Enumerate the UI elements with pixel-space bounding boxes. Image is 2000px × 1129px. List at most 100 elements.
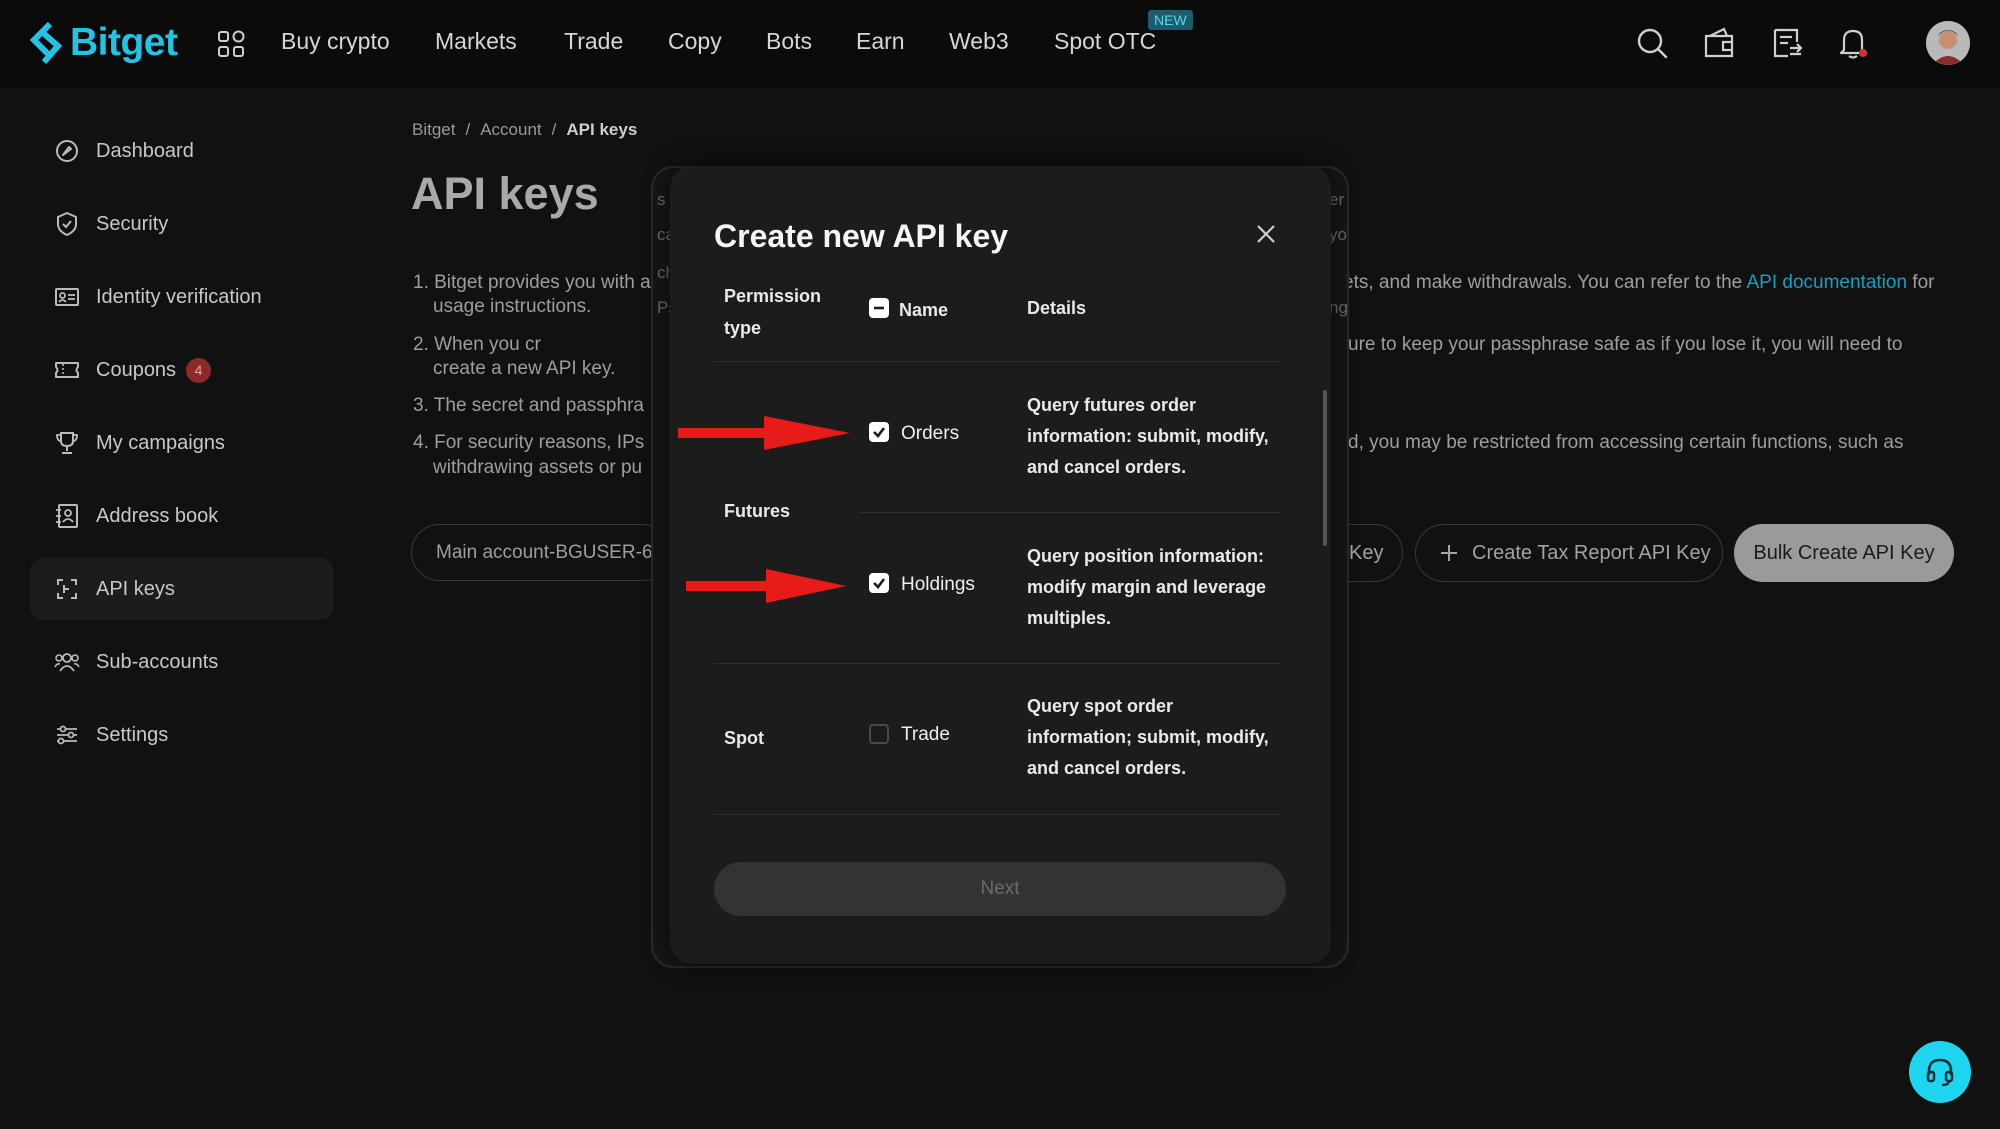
sidebar-item-api-keys[interactable]: API keys [30,558,334,620]
bell-icon[interactable] [1836,26,1870,60]
checkmark-icon [873,427,886,438]
permission-details-holdings: Query position information: modify margi… [1027,546,1267,628]
checkmark-icon [873,578,886,589]
search-icon[interactable] [1635,26,1669,60]
red-arrow-annotation-orders [678,416,850,450]
headset-icon [1926,1058,1954,1087]
nav-spot-otc[interactable]: Spot OTC [1054,28,1156,55]
trade-checkbox[interactable] [869,724,889,744]
sidebar-item-label: Sub-accounts [96,650,219,673]
row-divider [714,663,1280,664]
top-navbar: Bitget Buy crypto Markets Trade Copy Bot… [0,0,2000,88]
note-2-line-2: create a new API key. [433,358,616,379]
note-2-left: 2. When you cr [413,334,541,355]
orders-icon[interactable] [1770,26,1804,60]
breadcrumb: Bitget / Account / API keys [412,120,637,140]
column-permission-type: Permission type [724,286,822,338]
note-2-right: ure to keep your passphrase safe as if y… [1348,334,1903,355]
sidebar-item-label: My campaigns [96,431,225,454]
minus-icon [874,306,884,310]
id-card-icon [55,288,79,306]
sidebar-item-settings[interactable]: Settings [30,704,334,766]
api-documentation-link[interactable]: API documentation [1746,272,1907,293]
row-divider [714,361,1280,362]
create-tax-report-api-key-button[interactable]: Create Tax Report API Key [1415,524,1723,582]
create-api-key-modal: Create new API key Permission type Name … [670,166,1331,964]
sidebar-item-label: Security [96,212,169,235]
note-1-left: 1. Bitget provides you with a [413,272,651,293]
avatar[interactable] [1926,21,1970,65]
contacts-icon [56,504,78,528]
page-title: API keys [411,168,599,219]
nav-copy[interactable]: Copy [668,28,722,55]
sidebar-item-dashboard[interactable]: Dashboard [30,120,334,182]
new-badge: NEW [1148,10,1193,30]
note-1-right-text: ets, and make withdrawals. You can refer… [1343,272,1743,293]
users-icon [54,653,80,672]
permission-label-holdings: Holdings [901,574,975,595]
note-1-after-text: for [1912,272,1935,293]
modal-title: Create new API key [714,218,1009,254]
breadcrumb-item-account[interactable]: Account [480,120,541,139]
permission-details-trade: Query spot order information; submit, mo… [1027,696,1269,778]
bulk-create-api-key-button[interactable]: Bulk Create API Key [1734,524,1954,582]
permission-group-futures: Futures [724,501,791,521]
note-1-right: ets, and make withdrawals. You can refer… [1343,270,1934,295]
sidebar-item-address-book[interactable]: Address book [30,485,334,547]
logo-text: Bitget [70,21,178,64]
account-sidebar: Dashboard Security Identity verification… [30,120,334,777]
sidebar-item-coupons[interactable]: Coupons 4 [30,339,334,401]
api-icon [57,579,77,599]
orders-checkbox[interactable] [869,422,889,442]
shield-icon [57,212,77,236]
nav-buy-crypto[interactable]: Buy crypto [281,28,390,55]
holdings-checkbox[interactable] [869,573,889,593]
select-all-checkbox[interactable] [869,298,889,318]
back-dialog-fragment: ng [1329,298,1348,317]
bitget-logo[interactable]: Bitget [28,18,178,68]
sidebar-item-label: Address book [96,504,219,527]
permission-details-orders: Query futures order information: submit,… [1027,395,1269,477]
red-arrow-annotation-holdings [686,569,846,603]
ticket-icon [55,362,79,378]
sidebar-item-label: Identity verification [96,285,262,308]
note-3-left: 3. The secret and passphra [413,395,644,416]
sidebar-item-sub-accounts[interactable]: Sub-accounts [30,631,334,693]
permission-label-orders: Orders [901,423,960,444]
wallet-icon[interactable] [1702,26,1736,60]
nav-trade[interactable]: Trade [564,28,623,55]
sidebar-item-identity-verification[interactable]: Identity verification [30,266,334,328]
coupon-count-badge: 4 [186,357,212,383]
sidebar-item-security[interactable]: Security [30,193,334,255]
modal-scrollbar[interactable] [1323,390,1327,546]
sidebar-item-label: Settings [96,723,169,746]
back-dialog-fragment: er [1329,190,1345,209]
trophy-icon [56,432,78,454]
nav-markets[interactable]: Markets [435,28,517,55]
sidebar-item-label: API keys [96,577,175,600]
breadcrumb-separator: / [465,120,471,139]
apps-grid-icon[interactable] [216,29,246,59]
breadcrumb-item-bitget[interactable]: Bitget [412,120,455,139]
note-4-right: d, you may be restricted from accessing … [1348,432,1904,453]
row-divider [714,814,1280,815]
nav-web3[interactable]: Web3 [949,28,1009,55]
sidebar-item-my-campaigns[interactable]: My campaigns [30,412,334,474]
breadcrumb-separator: / [551,120,557,139]
create-tax-report-label: Create Tax Report API Key [1472,541,1711,564]
permission-label-trade: Trade [901,724,950,745]
sidebar-item-label: Dashboard [96,139,194,162]
note-4-left: 4. For security reasons, IPs [413,432,645,453]
note-1-line-2: usage instructions. [433,296,592,317]
plus-icon [1441,545,1457,561]
breadcrumb-item-api-keys: API keys [566,120,638,139]
account-select[interactable]: Main account-BGUSER-6 [411,524,671,581]
close-icon[interactable] [1252,220,1280,248]
nav-earn[interactable]: Earn [856,28,905,55]
back-dialog-fragment: yo [1329,225,1347,244]
customer-support-button[interactable] [1909,1041,1971,1103]
permission-group-spot: Spot [724,728,764,748]
row-divider [860,512,1280,513]
nav-bots[interactable]: Bots [766,28,812,55]
next-button[interactable]: Next [714,862,1286,916]
